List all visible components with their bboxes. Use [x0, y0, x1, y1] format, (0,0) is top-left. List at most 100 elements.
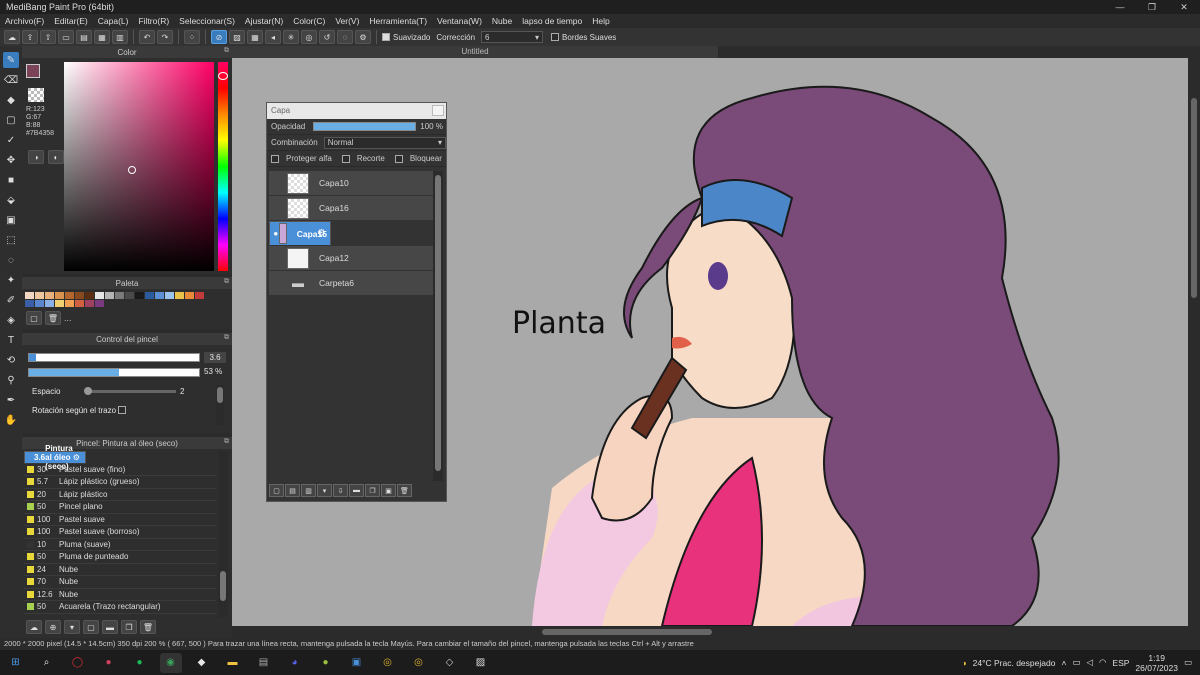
- palette-swatch[interactable]: [95, 292, 104, 299]
- palette-swatch[interactable]: [45, 292, 54, 299]
- search-icon[interactable]: ⌕: [36, 653, 58, 673]
- weather-text[interactable]: 24°C Prac. despejado: [973, 658, 1056, 668]
- network-icon[interactable]: ▭: [1072, 657, 1080, 668]
- redo-icon[interactable]: ↷: [157, 30, 173, 44]
- gear-icon[interactable]: ⚙: [73, 453, 80, 462]
- cloud-icon[interactable]: ☁: [4, 30, 20, 44]
- transparent-swatch[interactable]: [28, 88, 44, 102]
- brush-item[interactable]: 50 Pincel plano: [24, 501, 216, 514]
- popout-icon[interactable]: ⧉: [224, 438, 229, 446]
- scroll-thumb[interactable]: [1191, 98, 1197, 298]
- rect-fill-icon[interactable]: ■: [3, 172, 19, 188]
- snap-parallel-icon[interactable]: ▨: [229, 30, 245, 44]
- delete-brush-icon[interactable]: 🗑: [140, 620, 156, 634]
- pen-icon[interactable]: ✒: [3, 392, 19, 408]
- photos-icon[interactable]: ▨: [470, 653, 492, 673]
- layer-opacity-slider[interactable]: [313, 122, 417, 131]
- share-icon[interactable]: ⇧: [40, 30, 56, 44]
- move-icon[interactable]: ✓: [3, 132, 19, 148]
- palette-swatch[interactable]: [105, 292, 114, 299]
- menu-herramienta[interactable]: Herramienta(T): [364, 16, 432, 26]
- lock-checkbox[interactable]: [394, 154, 403, 163]
- snap-curve-icon[interactable]: ↺: [319, 30, 335, 44]
- scroll-thumb[interactable]: [435, 175, 441, 471]
- menu-help[interactable]: Help: [587, 16, 614, 26]
- layer-menu-icon[interactable]: ▾: [317, 484, 332, 497]
- layer-item[interactable]: Capa16: [269, 196, 433, 221]
- palette-swatch[interactable]: [175, 292, 184, 299]
- brush-menu-icon[interactable]: ▾: [64, 620, 80, 634]
- menu-nube[interactable]: Nube: [487, 16, 517, 26]
- brush-item[interactable]: 5.7 Lápiz plástico (grueso): [24, 476, 216, 489]
- cloud-brush-icon[interactable]: ☁: [26, 620, 42, 634]
- brush-size-value[interactable]: 3.6: [204, 352, 226, 363]
- operation-icon[interactable]: ⟲: [3, 352, 19, 368]
- layer-item[interactable]: Capa10: [269, 171, 433, 196]
- grid-icon[interactable]: ▦: [94, 30, 110, 44]
- app-icon[interactable]: ▣: [346, 653, 368, 673]
- minimize-button[interactable]: —: [1104, 0, 1136, 14]
- layer-folder[interactable]: ▬ Carpeta6: [269, 271, 433, 296]
- brush-item[interactable]: 100 Pastel suave: [24, 513, 216, 526]
- brush-item-selected[interactable]: 3.6 Pintura al óleo (seco) ⚙: [24, 444, 86, 471]
- text-icon[interactable]: T: [3, 332, 19, 348]
- settings-icon[interactable]: ⚙: [355, 30, 371, 44]
- select-all-icon[interactable]: ⁘: [184, 30, 200, 44]
- menu-ver[interactable]: Ver(V): [330, 16, 364, 26]
- correccion-select[interactable]: 6 ▾: [481, 31, 544, 43]
- discord-icon[interactable]: ◕: [284, 653, 306, 673]
- roblox-icon[interactable]: ◇: [439, 653, 461, 673]
- hue-cursor[interactable]: [218, 72, 228, 80]
- chrome2-icon[interactable]: ◎: [408, 653, 430, 673]
- new-halftone-layer-icon[interactable]: ▤: [285, 484, 300, 497]
- new-palette-icon[interactable]: ▢: [26, 311, 42, 325]
- document-tab[interactable]: Untitled: [232, 46, 718, 58]
- menu-capa[interactable]: Capa(L): [93, 16, 134, 26]
- bordes-toggle[interactable]: Bordes Suaves: [551, 33, 616, 42]
- layer-blend-select[interactable]: Normal ▾: [323, 136, 446, 149]
- palette-swatch[interactable]: [35, 300, 44, 307]
- brush-size-bar[interactable]: [28, 353, 200, 362]
- palette-swatch[interactable]: [55, 292, 64, 299]
- popout-icon[interactable]: ⧉: [224, 334, 229, 342]
- suavizado-toggle[interactable]: Suavizado: [382, 33, 430, 42]
- layer-panel-close[interactable]: [432, 105, 444, 116]
- dot-icon[interactable]: ▢: [3, 112, 19, 128]
- spacing-handle[interactable]: [84, 387, 92, 395]
- palette-swatch[interactable]: [45, 300, 54, 307]
- copy-brush-icon[interactable]: ▢: [83, 620, 99, 634]
- palette-swatch[interactable]: [95, 300, 104, 307]
- scroll-thumb[interactable]: [542, 629, 712, 635]
- canvas-hscroll[interactable]: [232, 626, 1200, 638]
- sv-cursor[interactable]: [128, 166, 136, 174]
- palette-swatch[interactable]: [125, 292, 134, 299]
- menu-seleccionar[interactable]: Seleccionar(S): [174, 16, 240, 26]
- snap-radial-icon[interactable]: ✳: [283, 30, 299, 44]
- menu-ajustar[interactable]: Ajustar(N): [240, 16, 288, 26]
- layer-panel-header[interactable]: Capa: [267, 103, 446, 119]
- palette-swatch[interactable]: [25, 300, 34, 307]
- brush-list-scrollbar[interactable]: [218, 451, 228, 617]
- notification-icon[interactable]: ▭: [1184, 657, 1192, 668]
- palette-swatch[interactable]: [85, 292, 94, 299]
- select-rect-icon[interactable]: ⬚: [3, 232, 19, 248]
- undo-icon[interactable]: ↶: [139, 30, 155, 44]
- color-wheel-icon[interactable]: ◑: [28, 150, 44, 164]
- volume-icon[interactable]: ◁: [1086, 657, 1093, 668]
- hue-slider[interactable]: [218, 62, 228, 271]
- lasso-icon[interactable]: ◌: [3, 252, 19, 268]
- snap-ellipse-icon[interactable]: ◌: [337, 30, 353, 44]
- clear-layer-icon[interactable]: ▣: [381, 484, 396, 497]
- scroll-thumb[interactable]: [217, 387, 223, 403]
- maximize-button[interactable]: ❐: [1136, 0, 1168, 14]
- wifi-icon[interactable]: ◠: [1099, 657, 1106, 668]
- chrome-icon[interactable]: ◎: [377, 653, 399, 673]
- layer-scrollbar[interactable]: [433, 171, 443, 481]
- rotation-checkbox[interactable]: [118, 406, 126, 414]
- eraser2-icon[interactable]: ◆: [3, 92, 19, 108]
- palette-swatch[interactable]: [115, 292, 124, 299]
- brush-item[interactable]: 50 Acuarela (Trazo rectangular): [24, 601, 216, 614]
- brush-item[interactable]: 50 Pluma de punteado: [24, 551, 216, 564]
- folder-brush-icon[interactable]: ▬: [102, 620, 118, 634]
- color-picker-icon[interactable]: ◐: [48, 150, 64, 164]
